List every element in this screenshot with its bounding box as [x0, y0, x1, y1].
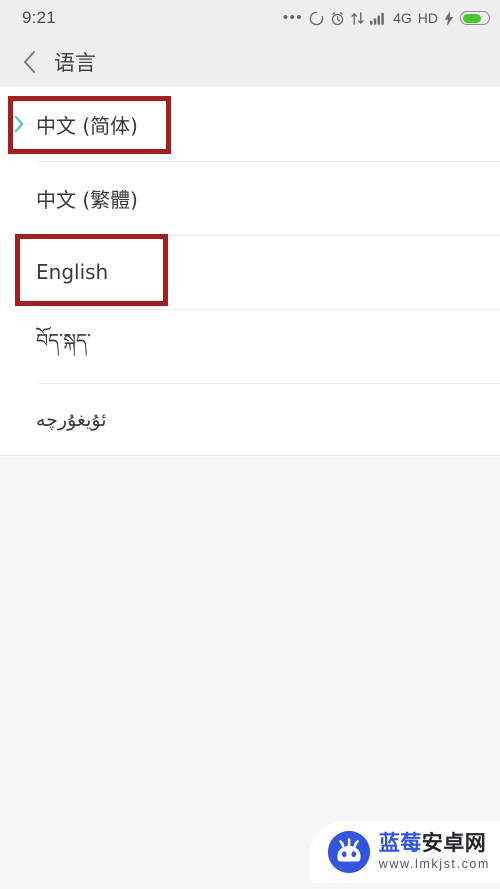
- battery-fill: [462, 13, 481, 23]
- status-bar-icons: ••• 4G HD: [283, 10, 490, 26]
- more-dots-icon: •••: [282, 9, 304, 26]
- list-item-label: ئۇيغۇرچە: [36, 409, 107, 431]
- charging-bolt-icon: [444, 10, 454, 26]
- status-bar-clock: 9:21: [22, 8, 56, 27]
- watermark: 蓝莓安卓网 www.lmkjst.com: [309, 821, 500, 883]
- sync-circle-icon: [309, 11, 324, 26]
- list-end-divider: [0, 455, 500, 456]
- alarm-clock-icon: [330, 11, 345, 26]
- list-item-label: English: [36, 260, 109, 284]
- status-bar: 9:21 ••• 4G HD: [0, 0, 500, 36]
- watermark-url: www.lmkjst.com: [378, 857, 490, 872]
- list-item-uyghur[interactable]: ئۇيغۇرچە: [0, 383, 500, 457]
- list-item-tibetan[interactable]: བོད་སྐད་: [0, 309, 500, 383]
- list-item-label: བོད་སྐད་: [36, 330, 91, 352]
- chevron-left-icon[interactable]: [14, 47, 44, 77]
- list-item-label: 中文 (繁體): [36, 187, 138, 212]
- list-item-chinese-traditional[interactable]: 中文 (繁體): [0, 161, 500, 235]
- list-item-label: 中文 (简体): [36, 113, 138, 138]
- signal-bars-icon: [370, 11, 387, 25]
- list-item-chinese-simplified[interactable]: 中文 (简体): [0, 87, 500, 161]
- network-type-label: 4G: [393, 10, 412, 26]
- language-list: 中文 (简体) 中文 (繁體) English བོད་སྐད་ ئۇيغۇرچ…: [0, 87, 500, 457]
- page-title: 语言: [54, 50, 96, 75]
- app-bar: 语言: [0, 36, 500, 87]
- watermark-brand: 蓝莓安卓网: [379, 833, 490, 854]
- list-item-english[interactable]: English: [0, 235, 500, 309]
- watermark-brand-primary: 蓝莓: [378, 831, 422, 856]
- battery-icon: [460, 11, 490, 25]
- chevron-right-icon: [14, 115, 25, 133]
- data-transfer-icon: [351, 11, 364, 26]
- hd-label: HD: [417, 10, 438, 26]
- android-robot-icon: [327, 831, 370, 873]
- phone-screen: 9:21 ••• 4G HD 语言 中文 (简体) 中文 (繁體) Englis…: [0, 0, 500, 889]
- watermark-text: 蓝莓安卓网 www.lmkjst.com: [379, 833, 490, 871]
- watermark-brand-secondary: 安卓网: [421, 831, 487, 856]
